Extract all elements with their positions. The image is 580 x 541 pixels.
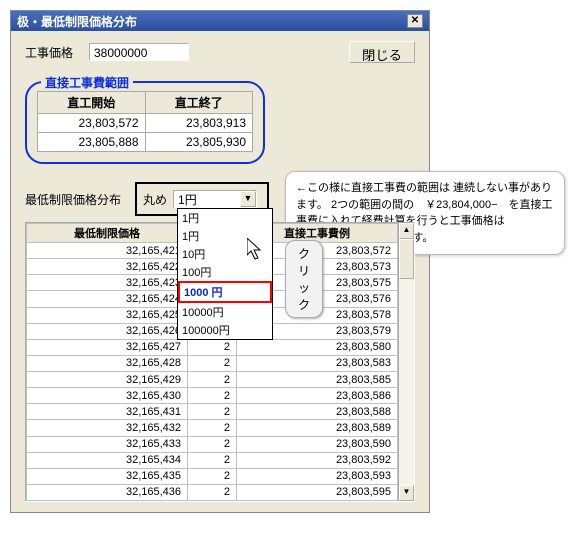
range-table: 直工開始 直工終了 23,803,57223,803,91323,805,888… bbox=[37, 91, 253, 152]
table-row: 23,803,57223,803,913 bbox=[38, 114, 253, 133]
range-group-title: 直接工事費範囲 bbox=[41, 74, 133, 91]
dropdown-option[interactable]: 100円 bbox=[178, 263, 272, 281]
round-selected: 1円 bbox=[174, 191, 240, 208]
dropdown-option[interactable]: 10000円 bbox=[178, 303, 272, 321]
round-dropdown-list[interactable]: 1円1円10円100円1000 円10000円100000円 bbox=[177, 208, 273, 340]
range-col-start: 直工開始 bbox=[38, 92, 146, 114]
dialog-window: 极・最低制限価格分布 ✕ 工事価格 38000000 閉じる 直接工事費範囲 直… bbox=[10, 10, 430, 513]
scrollbar[interactable]: ▲ ▼ bbox=[398, 223, 414, 501]
dropdown-option[interactable]: 10円 bbox=[178, 245, 272, 263]
table-row: 32,165,428223,803,583 bbox=[27, 355, 398, 371]
round-label: 丸め bbox=[143, 191, 167, 208]
range-col-end: 直工終了 bbox=[145, 92, 253, 114]
titlebar: 极・最低制限価格分布 ✕ bbox=[11, 11, 429, 31]
grid-col-price: 最低制限価格 bbox=[27, 224, 188, 243]
scroll-down-icon[interactable]: ▼ bbox=[399, 485, 414, 501]
table-row: 32,165,436223,803,595 bbox=[27, 484, 398, 500]
price-label: 工事価格 bbox=[25, 44, 79, 61]
round-dropdown-wrap: 丸め 1円 ▼ 1円1円10円100円1000 円10000円100000円 ク… bbox=[135, 182, 269, 216]
window-title: 极・最低制限価格分布 bbox=[17, 13, 137, 30]
table-row: 32,165,433223,803,590 bbox=[27, 436, 398, 452]
click-tooltip: クリック bbox=[285, 240, 323, 318]
close-button[interactable]: 閉じる bbox=[349, 41, 415, 63]
table-row: 32,165,432223,803,589 bbox=[27, 420, 398, 436]
dropdown-option[interactable]: 1円 bbox=[178, 227, 272, 245]
chevron-down-icon[interactable]: ▼ bbox=[240, 191, 256, 207]
scroll-up-icon[interactable]: ▲ bbox=[399, 223, 414, 239]
dropdown-option[interactable]: 1円 bbox=[178, 209, 272, 227]
dist-label: 最低制限価格分布 bbox=[25, 191, 125, 208]
dropdown-option[interactable]: 1000 円 bbox=[178, 281, 272, 303]
close-icon[interactable]: ✕ bbox=[407, 14, 423, 28]
table-row: 32,165,427223,803,580 bbox=[27, 339, 398, 355]
table-row: 23,805,88823,805,930 bbox=[38, 133, 253, 152]
table-row: 32,165,431223,803,588 bbox=[27, 404, 398, 420]
table-row: 32,165,434223,803,592 bbox=[27, 452, 398, 468]
round-dropdown[interactable]: 1円 ▼ bbox=[173, 190, 257, 208]
table-row: 32,165,435223,803,593 bbox=[27, 468, 398, 484]
scroll-thumb[interactable] bbox=[399, 239, 414, 279]
table-row: 32,165,430223,803,586 bbox=[27, 388, 398, 404]
dropdown-option[interactable]: 100000円 bbox=[178, 321, 272, 339]
price-input[interactable]: 38000000 bbox=[89, 43, 189, 61]
range-group: 直接工事費範囲 直工開始 直工終了 23,803,57223,803,91323… bbox=[25, 81, 265, 164]
table-row: 32,165,429223,803,585 bbox=[27, 372, 398, 388]
